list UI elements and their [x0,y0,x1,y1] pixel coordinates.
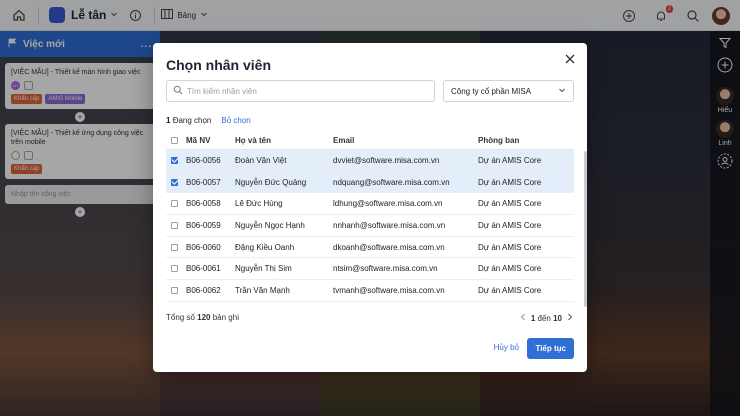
table-row[interactable]: B06-0059 Nguyễn Ngọc Hạnh nnhanh@software.… [166,215,574,237]
next-page-icon[interactable] [567,313,573,323]
cell-email: ldhung@software.misa.com.vn [333,199,443,209]
cell-dept: Dự án AMIS Core [478,177,542,187]
selected-count: 1 [166,116,171,125]
selected-info: 1 Đang chọn [166,116,211,125]
close-icon[interactable] [562,51,578,67]
row-checkbox[interactable] [171,221,178,229]
cell-email: tvmanh@software.misa.com.vn [333,285,445,295]
row-checkbox[interactable] [171,178,178,186]
search-box [166,80,435,102]
col-header-name: Họ và tên [235,136,272,145]
table-body: B06-0056 Đoàn Văn Việt dvviet@software.mis… [166,150,574,302]
cell-id: B06-0058 [186,199,221,209]
table-row[interactable]: B06-0058 Lê Đức Hùng ldhung@software.misa.… [166,193,574,216]
cell-dept: Dự án AMIS Core [478,242,542,252]
selection-bar: 1 Đang chọn Bỏ chọn [166,116,251,125]
cancel-button[interactable]: Hủy bỏ [494,343,519,352]
cell-email: ndquang@software.misa.com.vn [333,177,450,187]
company-value: Công ty cổ phần MISA [451,86,532,96]
page-from: 1 [530,313,536,323]
chevron-down-icon [558,86,566,96]
search-input[interactable] [187,86,427,96]
select-employee-dialog: Chọn nhân viên Công ty cổ phần MISA 1 Đa… [153,43,587,372]
deselect-link[interactable]: Bỏ chọn [221,116,250,125]
cell-id: B06-0056 [186,155,221,165]
cell-name: Nguyễn Thị Sim [235,264,292,274]
company-select[interactable]: Công ty cổ phần MISA [443,80,574,102]
cell-name: Đặng Kiều Oanh [235,242,295,252]
cell-id: B06-0057 [186,177,221,187]
row-checkbox[interactable] [171,243,178,251]
cell-email: nnhanh@software.misa.com.vn [333,220,446,230]
total-suffix: bản ghi [212,313,239,322]
col-header-email: Email [333,136,355,145]
row-checkbox[interactable] [171,286,178,294]
table-row[interactable]: B06-0057 Nguyễn Đức Quảng ndquang@software… [166,171,574,194]
table-row[interactable]: B06-0056 Đoàn Văn Việt dvviet@software.mis… [166,150,574,172]
cell-id: B06-0061 [186,264,221,274]
row-checkbox[interactable] [171,200,178,208]
search-icon [173,85,183,97]
cell-dept: Dự án AMIS Core [478,264,542,274]
select-all-checkbox[interactable] [171,137,178,144]
employee-table: Mã NV Họ và tên Email Phòng ban B06-0056… [166,132,574,302]
cell-name: Đoàn Văn Việt [235,155,287,165]
total-prefix: Tổng số [166,313,195,322]
pager: 1 đến 10 [520,313,573,323]
cell-dept: Dự án AMIS Core [478,220,542,230]
cell-name: Lê Đức Hùng [235,199,283,209]
col-header-id: Mã NV [186,136,211,145]
cell-dept: Dự án AMIS Core [478,199,542,209]
page-sep: đến [537,313,551,323]
cell-name: Nguyễn Đức Quảng [235,177,307,187]
cell-email: dvviet@software.misa.com.vn [333,155,440,165]
continue-button[interactable]: Tiếp tục [527,338,574,359]
table-header: Mã NV Họ và tên Email Phòng ban [166,132,574,150]
cell-id: B06-0060 [186,242,221,252]
page-to: 10 [553,313,562,323]
cell-id: B06-0062 [186,285,221,295]
cell-dept: Dự án AMIS Core [478,285,542,295]
col-header-dept: Phòng ban [478,136,520,145]
page-range: 1 đến 10 [531,314,562,323]
table-scrollbar[interactable] [584,151,587,307]
row-checkbox[interactable] [171,265,178,273]
cell-email: ntsim@software.misa.com.vn [333,264,438,274]
table-row[interactable]: B06-0062 Trần Văn Mạnh tvmanh@software.mis… [166,280,574,302]
prev-page-icon[interactable] [520,313,526,323]
cell-id: B06-0059 [186,220,221,230]
row-checkbox[interactable] [171,156,178,164]
selected-label: Đang chọn [172,116,212,125]
total-count: 120 [197,313,211,322]
cell-name: Trần Văn Mạnh [235,285,290,295]
total-records: Tổng số 120 bản ghi [166,313,239,322]
cell-email: dkoanh@software.misa.com.vn [333,242,445,252]
table-row[interactable]: B06-0060 Đặng Kiều Oanh dkoanh@software.mi… [166,237,574,259]
dialog-title: Chọn nhân viên [166,57,271,73]
cell-name: Nguyễn Ngọc Hạnh [235,220,305,230]
table-row[interactable]: B06-0061 Nguyễn Thị Sim ntsim@software.mis… [166,258,574,281]
cell-dept: Dự án AMIS Core [478,155,542,165]
